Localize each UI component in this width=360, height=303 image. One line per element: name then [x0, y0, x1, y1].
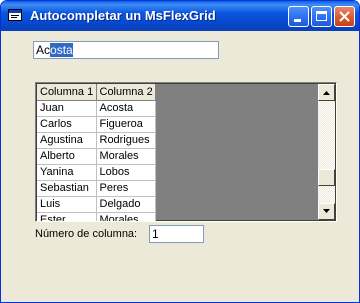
table-row[interactable]: Luis Delgado	[37, 196, 156, 213]
cell[interactable]: Ester	[37, 212, 97, 221]
vertical-scrollbar[interactable]	[318, 84, 335, 220]
table-row[interactable]: Juan Acosta	[37, 100, 156, 117]
cell[interactable]: Figueroa	[96, 116, 156, 133]
autocomplete-input[interactable]: Acosta	[33, 41, 219, 59]
typed-text: Ac	[36, 43, 51, 57]
autocomplete-selection: osta	[50, 43, 73, 57]
cell[interactable]: Peres	[96, 180, 156, 197]
table-row[interactable]: Yanina Lobos	[37, 164, 156, 181]
column-number-input[interactable]: 1	[149, 225, 204, 243]
app-window: Autocompletar un MsFlexGrid Acosta Colum…	[0, 0, 360, 303]
cell[interactable]: Acosta	[96, 100, 156, 117]
table-row[interactable]: Carlos Figueroa	[37, 116, 156, 133]
cell[interactable]: Morales	[96, 148, 156, 165]
scroll-thumb[interactable]	[318, 169, 335, 186]
maximize-button[interactable]	[311, 6, 332, 27]
cell[interactable]: Yanina	[37, 164, 97, 181]
cell[interactable]: Lobos	[96, 164, 156, 181]
close-icon	[339, 11, 350, 22]
app-icon[interactable]	[8, 9, 22, 21]
minimize-icon	[294, 19, 301, 22]
cell[interactable]: Carlos	[37, 116, 97, 133]
table-row[interactable]: Alberto Morales	[37, 148, 156, 165]
flexgrid-frame: Columna 1 Columna 2 Juan Acosta Carlos Fig…	[36, 83, 336, 221]
column-number-label: Número de columna:	[35, 228, 138, 240]
cell[interactable]: Rodrigues	[96, 132, 156, 149]
table-row[interactable]: Agustina Rodrigues	[37, 132, 156, 149]
cell[interactable]: Luis	[37, 196, 97, 213]
table-row[interactable]: Ester Morales	[37, 212, 156, 221]
close-button[interactable]	[334, 6, 355, 27]
triangle-down-icon	[323, 209, 330, 213]
minimize-button[interactable]	[288, 6, 309, 27]
flexgrid[interactable]: Columna 1 Columna 2 Juan Acosta Carlos Fig…	[35, 82, 337, 222]
maximize-icon	[316, 11, 327, 21]
column-header-2[interactable]: Columna 2	[96, 84, 156, 101]
scroll-down-button[interactable]	[318, 203, 335, 220]
cell[interactable]: Juan	[37, 100, 97, 117]
scroll-up-button[interactable]	[318, 84, 335, 101]
cell[interactable]: Morales	[96, 212, 156, 221]
table-row[interactable]: Sebastian Peres	[37, 180, 156, 197]
triangle-up-icon	[323, 91, 330, 95]
flexgrid-table: Columna 1 Columna 2 Juan Acosta Carlos Fig…	[37, 84, 156, 221]
scroll-track[interactable]	[318, 101, 335, 203]
cell[interactable]: Agustina	[37, 132, 97, 149]
column-header-1[interactable]: Columna 1	[37, 84, 97, 101]
cell[interactable]: Alberto	[37, 148, 97, 165]
header-row: Columna 1 Columna 2	[37, 84, 156, 101]
cell[interactable]: Delgado	[96, 196, 156, 213]
title-bar[interactable]: Autocompletar un MsFlexGrid	[1, 1, 359, 31]
cell[interactable]: Sebastian	[37, 180, 97, 197]
window-title: Autocompletar un MsFlexGrid	[30, 8, 216, 23]
